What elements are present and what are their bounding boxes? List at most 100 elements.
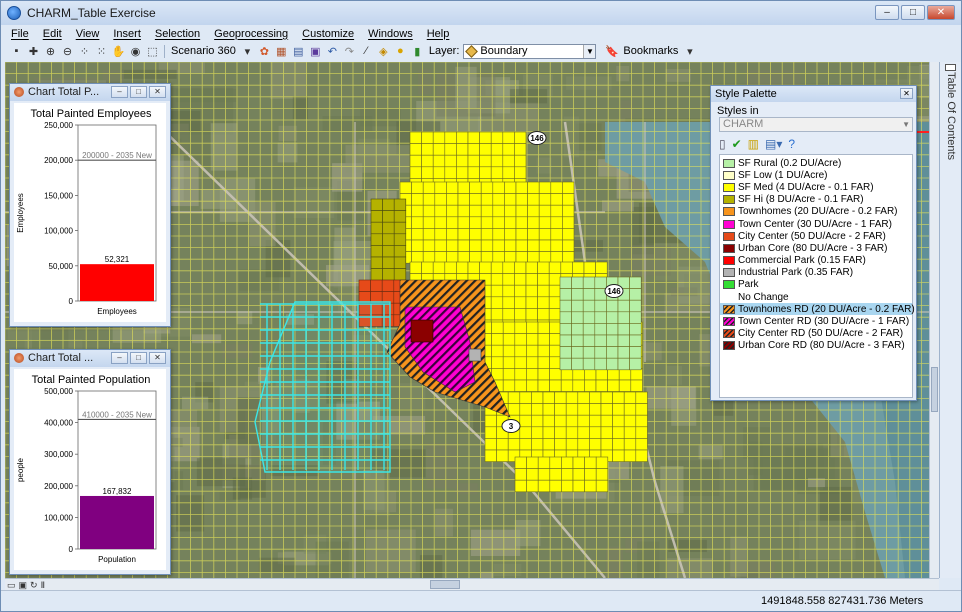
menu-view[interactable]: View <box>76 28 100 40</box>
style-list-item[interactable]: Urban Core RD (80 DU/Acre - 3 FAR) <box>720 340 912 352</box>
sf-med-cell <box>519 438 532 451</box>
chart-minimize-button[interactable]: – <box>111 86 128 98</box>
scenario-chevron-icon[interactable]: ▾ <box>240 44 255 58</box>
chart-close-button[interactable]: ✕ <box>149 86 166 98</box>
vertical-scrollbar[interactable] <box>929 62 939 578</box>
sf-rural-cell <box>629 288 642 301</box>
sf-med-cell <box>456 143 469 156</box>
style-list-item[interactable]: Town Center (30 DU/Acre - 1 FAR) <box>720 218 912 230</box>
style-list-item[interactable]: City Center (50 DU/Acre - 2 FAR) <box>720 230 912 242</box>
chart-restore-button[interactable]: □ <box>130 86 147 98</box>
menu-file[interactable]: File <box>11 28 29 40</box>
style-list-item[interactable]: Park <box>720 279 912 291</box>
fixed-zoom-in-icon[interactable]: ⁘ <box>77 44 92 58</box>
sf-med-cell <box>550 251 563 264</box>
style-list[interactable]: SF Rural (0.2 DU/Acre) SF Low (1 DU/Acre)… <box>719 154 915 398</box>
charm-paint-icon[interactable]: ✿ <box>257 44 272 58</box>
menu-geoprocessing[interactable]: Geoprocessing <box>214 28 288 40</box>
view-options-icon[interactable]: ▤▾ <box>765 137 782 151</box>
style-list-item[interactable]: Townhomes RD (20 DU/Acre - 0.2 FAR) <box>720 303 915 316</box>
bookmarks-chevron-icon[interactable]: ▾ <box>682 44 697 58</box>
zoom-in-icon[interactable]: ⊕ <box>43 44 58 58</box>
table-icon[interactable]: ▤ <box>291 44 306 58</box>
bookmark-icon[interactable]: 🔖 <box>604 44 619 58</box>
minimize-button[interactable]: – <box>875 5 899 20</box>
menu-edit[interactable]: Edit <box>43 28 62 40</box>
save-icon[interactable]: ▪ <box>9 44 24 58</box>
menu-customize[interactable]: Customize <box>302 28 354 40</box>
bookmarks-menu[interactable]: Bookmarks <box>623 45 678 57</box>
population-chart-window[interactable]: Chart Total ... – □ ✕ Total Painted Popu… <box>9 349 171 575</box>
sf-med-cell <box>515 181 528 194</box>
style-palette-window[interactable]: Style Palette ✕ Styles in CHARM ▼ ▯ ✔ ▥ … <box>710 85 917 401</box>
new-style-icon[interactable]: ▯ <box>719 137 726 151</box>
redo-icon[interactable]: ↷ <box>342 44 357 58</box>
style-list-item[interactable]: Commercial Park (0.15 FAR) <box>720 255 912 267</box>
sf-med-cell <box>548 308 562 321</box>
apply-checkmark-icon[interactable]: ✔ <box>732 137 742 151</box>
report-icon[interactable]: ▣ <box>308 44 323 58</box>
chart-window-titlebar[interactable]: Chart Total ... – □ ✕ <box>10 350 170 367</box>
layer-dropdown[interactable]: Boundary ▼ <box>463 43 597 59</box>
sf-med-cell <box>467 261 480 274</box>
help-icon[interactable]: ? <box>788 137 795 151</box>
horizontal-scrollbar[interactable]: ▭ ▣ ↻ Ⅱ <box>5 578 939 590</box>
style-list-item[interactable]: SF Hi (8 DU/Acre - 0.1 FAR) <box>720 194 912 206</box>
style-list-item[interactable]: SF Low (1 DU/Acre) <box>720 169 912 181</box>
style-palette-close-button[interactable]: ✕ <box>900 88 913 99</box>
sf-med-cell <box>456 261 469 274</box>
style-list-item[interactable]: Industrial Park (0.35 FAR) <box>720 267 912 279</box>
sf-med-cell <box>457 228 470 241</box>
zoom-out-icon[interactable]: ⊖ <box>60 44 75 58</box>
identify-icon[interactable]: ◈ <box>376 44 391 58</box>
table-of-contents-tab[interactable]: Table Of Contents <box>939 62 961 578</box>
fixed-zoom-out-icon[interactable]: ⁙ <box>94 44 109 58</box>
employees-chart-window[interactable]: Chart Total P... – □ ✕ Total Painted Emp… <box>9 83 171 327</box>
lightbulb-icon[interactable]: ● <box>393 44 408 58</box>
maximize-button[interactable]: □ <box>901 5 925 20</box>
style-list-item[interactable]: Town Center RD (30 DU/Acre - 1 FAR) <box>720 315 912 327</box>
sf-med-cell <box>538 204 552 218</box>
chart-icon[interactable]: ▦ <box>274 44 289 58</box>
chart-close-button[interactable]: ✕ <box>149 352 166 364</box>
sf-med-cell <box>548 261 562 274</box>
add-data-icon[interactable]: ✚ <box>26 44 41 58</box>
pan-hand-icon[interactable]: ✋ <box>111 44 126 58</box>
menu-help[interactable]: Help <box>427 28 450 40</box>
chart-minimize-button[interactable]: – <box>111 352 128 364</box>
sf-hi-cell <box>370 233 383 246</box>
style-list-item[interactable]: City Center RD (50 DU/Acre - 2 FAR) <box>720 328 912 340</box>
chart-restore-button[interactable]: □ <box>130 352 147 364</box>
menu-insert[interactable]: Insert <box>113 28 141 40</box>
style-swatch <box>723 317 735 327</box>
chart-window-titlebar[interactable]: Chart Total P... – □ ✕ <box>10 84 170 101</box>
horizontal-scroll-thumb[interactable] <box>430 580 460 589</box>
style-list-item[interactable]: Townhomes (20 DU/Acre - 0.2 FAR) <box>720 206 912 218</box>
sf-med-cell <box>484 438 497 451</box>
sf-med-cell <box>612 414 625 428</box>
aerial-patch <box>684 274 709 296</box>
vertical-scroll-thumb[interactable] <box>931 367 938 412</box>
style-palette-titlebar[interactable]: Style Palette ✕ <box>711 86 916 102</box>
full-extent-icon[interactable]: ◉ <box>128 44 143 58</box>
select-features-icon[interactable]: ⬚ <box>145 44 160 58</box>
menu-windows[interactable]: Windows <box>368 28 413 40</box>
chart-window-title: Chart Total P... <box>28 86 100 98</box>
brush-icon[interactable]: ⁄ <box>359 44 374 58</box>
columns-icon[interactable]: ▥ <box>748 137 759 151</box>
style-list-item[interactable]: Urban Core (80 DU/Acre - 3 FAR) <box>720 242 912 254</box>
sf-hi-cell <box>393 233 407 246</box>
sf-rural-cell <box>582 288 596 301</box>
sf-med-cell <box>554 438 567 451</box>
style-list-item[interactable]: SF Rural (0.2 DU/Acre) <box>720 157 912 169</box>
undo-icon[interactable]: ↶ <box>325 44 340 58</box>
styles-in-dropdown[interactable]: CHARM ▼ <box>719 117 913 132</box>
bar-chart-icon[interactable]: ▮ <box>410 44 425 58</box>
chevron-down-icon[interactable]: ▼ <box>902 118 910 131</box>
scenario-dropdown[interactable]: Scenario 360 <box>171 45 236 57</box>
menu-selection[interactable]: Selection <box>155 28 200 40</box>
style-list-item[interactable]: No Change <box>720 291 912 303</box>
chevron-down-icon[interactable]: ▼ <box>583 44 596 58</box>
close-button[interactable]: ✕ <box>927 5 955 20</box>
style-list-item[interactable]: SF Med (4 DU/Acre - 0.1 FAR) <box>720 181 912 193</box>
